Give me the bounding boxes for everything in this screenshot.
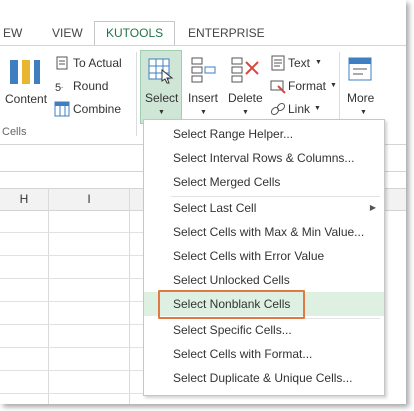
group-label-cells: Cells [2, 126, 27, 138]
text-label: Text [288, 56, 311, 70]
delete-icon [231, 57, 259, 83]
tab-enterprise[interactable]: ENTERPRISE [188, 22, 265, 45]
callout-highlight-box [158, 290, 305, 319]
more-button[interactable]: More ▼ [343, 50, 383, 124]
link-icon [270, 102, 286, 116]
menu-item-select-merged-cells[interactable]: Select Merged Cells [144, 170, 384, 194]
select-icon [148, 58, 174, 84]
content-button[interactable]: Content [0, 54, 52, 124]
more-icon [348, 57, 372, 81]
row-line [0, 278, 144, 279]
combine-label: Combine [73, 102, 122, 116]
delete-caret-icon: ▼ [242, 109, 249, 116]
tab-view-full[interactable]: VIEW [52, 22, 83, 45]
row-line [0, 393, 144, 394]
link-caret-icon: ▼ [314, 105, 321, 112]
more-caret-icon: ▼ [360, 109, 367, 116]
format-caret-icon: ▼ [330, 82, 337, 89]
round-button[interactable]: 5 . Round [54, 77, 134, 97]
tab-kutools[interactable]: KUTOOLS [94, 21, 176, 46]
select-caret-icon: ▼ [158, 109, 165, 116]
submenu-arrow-icon: ▶ [369, 203, 376, 212]
round-icon: 5 . [55, 81, 63, 94]
menu-item-select-max-min-value[interactable]: Select Cells with Max & Min Value... [144, 220, 384, 244]
row-line [0, 255, 144, 256]
svg-text:.: . [61, 81, 63, 90]
format-icon [270, 80, 286, 94]
row-line [0, 232, 144, 233]
menu-item-select-last-cell[interactable]: Select Last Cell ▶ [144, 196, 384, 220]
to-actual-icon [56, 56, 68, 70]
format-button[interactable]: Format ▼ [270, 77, 337, 97]
row-line [0, 370, 144, 371]
link-button[interactable]: Link ▼ [270, 100, 330, 120]
combine-icon [54, 101, 70, 117]
menu-item-label: Select Last Cell [173, 201, 257, 215]
ribbon-tab-bar: EW VIEW KUTOOLS ENTERPRISE [0, 21, 406, 46]
insert-button[interactable]: Insert ▼ [186, 50, 222, 124]
tab-view[interactable]: EW [3, 22, 22, 45]
menu-item-select-range-helper[interactable]: Select Range Helper... [144, 122, 384, 146]
row-line [0, 347, 144, 348]
insert-icon [191, 57, 216, 83]
menu-item-select-duplicate-unique[interactable]: Select Duplicate & Unique Cells... [144, 366, 384, 390]
menu-item-select-cells-with-format[interactable]: Select Cells with Format... [144, 342, 384, 366]
select-label: Select [145, 91, 179, 105]
text-icon [271, 55, 285, 71]
group-separator [136, 52, 137, 136]
content-icon [10, 60, 40, 84]
row-line [0, 301, 144, 302]
text-caret-icon: ▼ [315, 59, 322, 66]
column-divider [48, 188, 49, 404]
menu-item-select-unlocked-cells[interactable]: Select Unlocked Cells [144, 268, 384, 292]
to-actual-button[interactable]: To Actual [54, 54, 134, 74]
more-label: More [347, 91, 375, 105]
column-divider [129, 188, 130, 404]
combine-button[interactable]: Combine [54, 100, 134, 120]
insert-label: Insert [188, 91, 219, 105]
text-button[interactable]: Text ▼ [270, 54, 332, 74]
menu-item-select-specific-cells[interactable]: Select Specific Cells... [144, 318, 384, 342]
excel-window: EW VIEW KUTOOLS ENTERPRISE Content To Ac… [0, 0, 406, 404]
delete-button[interactable]: Delete ▼ [226, 50, 266, 124]
delete-label: Delete [228, 91, 263, 105]
select-dropdown-menu: Select Range Helper... Select Interval R… [143, 119, 385, 396]
insert-caret-icon: ▼ [200, 109, 207, 116]
link-label: Link [288, 102, 311, 116]
column-header-h[interactable]: H [0, 189, 48, 210]
format-label: Format [288, 79, 327, 93]
content-label: Content [5, 92, 48, 106]
round-label: Round [73, 79, 109, 93]
row-line [0, 324, 144, 325]
column-header-i[interactable]: I [49, 189, 129, 210]
menu-item-select-interval-rows-columns[interactable]: Select Interval Rows & Columns... [144, 146, 384, 170]
to-actual-label: To Actual [73, 56, 122, 70]
menu-item-select-error-value[interactable]: Select Cells with Error Value [144, 244, 384, 268]
